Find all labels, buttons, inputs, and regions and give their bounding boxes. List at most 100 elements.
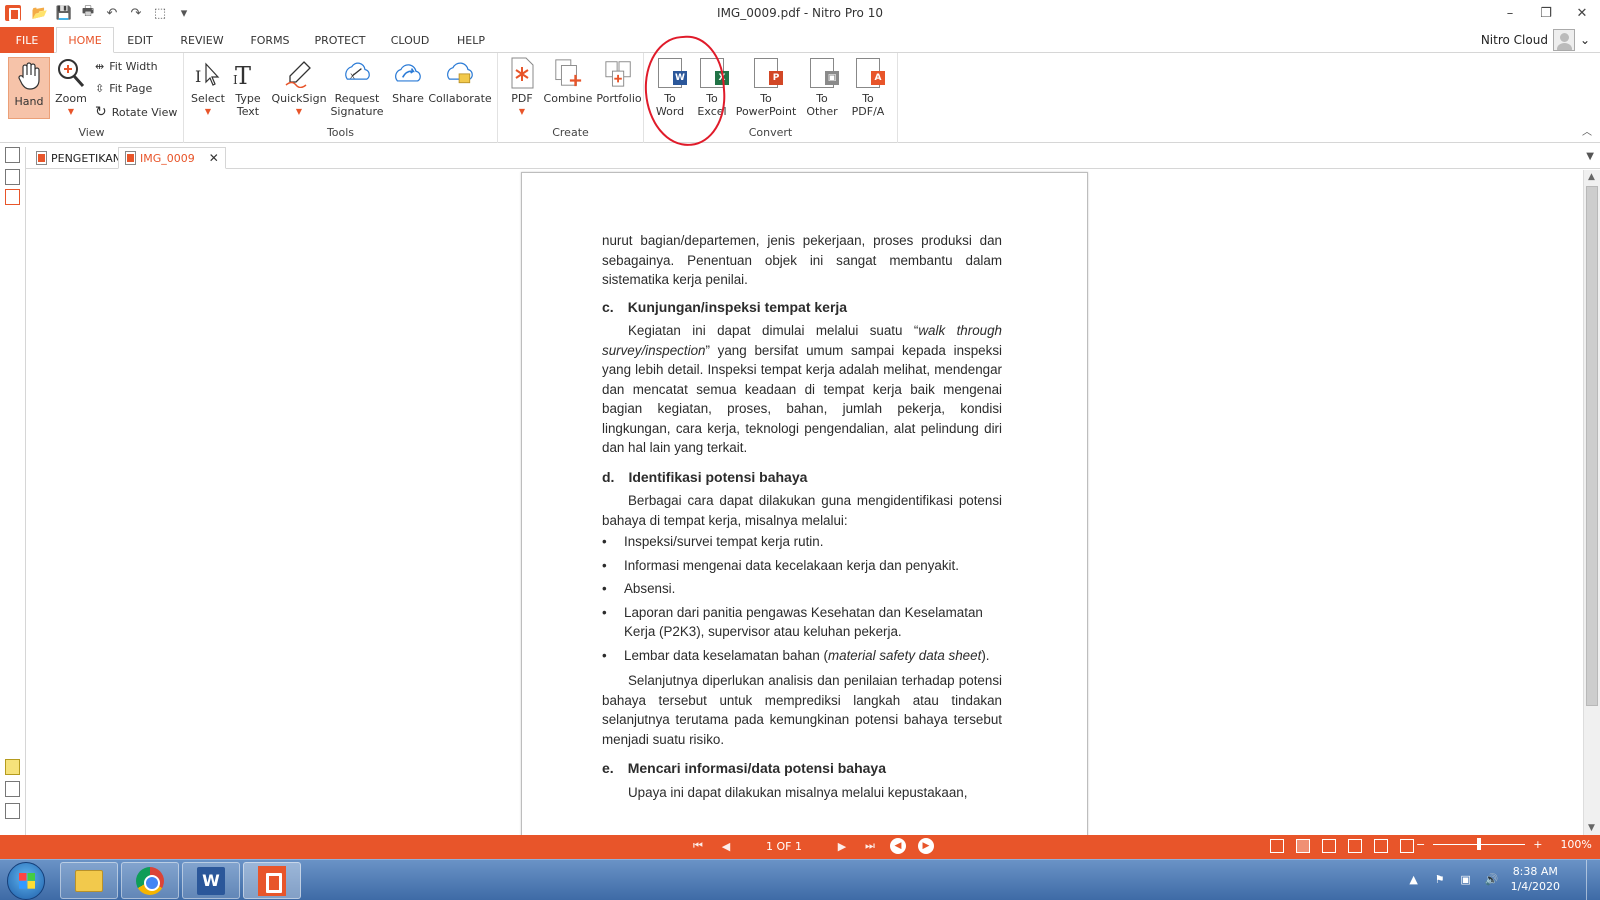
volume-icon[interactable]: 🔊: [1485, 873, 1499, 886]
to-powerpoint-button[interactable]: P To PowerPoint: [734, 57, 798, 118]
other-format-document-icon: ▣: [807, 57, 839, 89]
attachments-panel-icon[interactable]: [5, 781, 20, 797]
to-word-button[interactable]: W To Word: [648, 57, 692, 118]
taskbar-chrome[interactable]: [121, 862, 179, 899]
select-dropdown-icon[interactable]: ▼: [205, 105, 211, 118]
continuous-view-icon[interactable]: [1296, 839, 1310, 853]
list-item: Inspeksi/survei tempat kerja rutin.: [602, 532, 1002, 552]
show-desktop-button[interactable]: [1586, 860, 1600, 900]
ribbon-tabs: FILE HOME EDIT REVIEW FORMS PROTECT CLOU…: [0, 27, 1600, 53]
quicksign-dropdown-icon[interactable]: ▼: [296, 105, 302, 118]
tab-forms[interactable]: FORMS: [242, 27, 298, 53]
scroll-thumb[interactable]: [1586, 186, 1598, 706]
action-center-flag-icon[interactable]: ⚑: [1433, 873, 1447, 886]
avatar[interactable]: [1552, 29, 1575, 51]
type-text-label-1: Type: [235, 92, 261, 105]
section-e-title: Mencari informasi/data potensi bahaya: [627, 760, 886, 776]
select-label: Select: [191, 92, 225, 105]
start-button[interactable]: [7, 862, 45, 900]
request-signature-button[interactable]: X Request Signature: [328, 57, 386, 118]
collapse-ribbon-icon[interactable]: ︿: [1582, 123, 1592, 138]
select-button[interactable]: I Select ▼: [190, 57, 226, 118]
scroll-up-icon[interactable]: ▲: [1588, 172, 1595, 182]
facing-view-icon[interactable]: [1322, 839, 1336, 853]
hand-button[interactable]: Hand: [8, 57, 50, 119]
type-text-button[interactable]: TI Type Text: [230, 57, 266, 118]
previous-view-icon[interactable]: ◀: [889, 838, 906, 854]
chevron-down-icon[interactable]: ⌄: [1580, 33, 1590, 47]
vertical-scrollbar[interactable]: ▲ ▼: [1583, 170, 1600, 835]
collaborate-button[interactable]: Collaborate: [428, 57, 492, 105]
doc-tab-pengetikan[interactable]: PENGETIKAN: [30, 147, 127, 169]
single-page-view-icon[interactable]: [1270, 839, 1284, 853]
output-panel-icon[interactable]: [5, 803, 20, 819]
tab-edit[interactable]: EDIT: [118, 27, 162, 53]
next-page-icon[interactable]: ▶: [834, 838, 850, 854]
fit-page-button[interactable]: ⇳ Fit Page: [95, 82, 152, 95]
zoom-out-icon[interactable]: −: [1416, 838, 1425, 851]
zoom-level[interactable]: 100%: [1560, 838, 1591, 851]
rotate-view-label: Rotate View: [111, 105, 178, 119]
tab-list-dropdown-icon[interactable]: ▼: [1586, 151, 1594, 162]
request-signature-label-1: Request: [334, 92, 380, 105]
to-excel-label-1: To: [706, 92, 718, 105]
taskbar-file-explorer[interactable]: [60, 862, 118, 899]
pages-panel-icon[interactable]: [5, 147, 20, 163]
section-e-heading: e. Mencari informasi/data potensi bahaya: [602, 759, 1002, 779]
network-icon[interactable]: ▣: [1459, 873, 1473, 886]
create-pdf-icon: [507, 57, 537, 89]
last-page-icon[interactable]: ⏭: [862, 838, 878, 854]
to-excel-button[interactable]: X To Excel: [692, 57, 732, 118]
taskbar-word[interactable]: W: [182, 862, 240, 899]
nitro-cloud-account[interactable]: Nitro Cloud ⌄: [1481, 27, 1590, 53]
quicksign-button[interactable]: QuickSign ▼: [271, 57, 327, 118]
to-other-button[interactable]: ▣ To Other: [800, 57, 844, 118]
zoom-slider-handle[interactable]: [1477, 838, 1482, 850]
scroll-down-icon[interactable]: ▼: [1588, 823, 1595, 833]
page-indicator[interactable]: 1 OF 1: [766, 840, 802, 853]
full-screen-view-icon[interactable]: [1374, 839, 1388, 853]
close-button[interactable]: ✕: [1564, 0, 1600, 26]
tab-cloud[interactable]: CLOUD: [382, 27, 438, 53]
zoom-in-icon[interactable]: +: [1533, 838, 1542, 851]
pdf-file-icon: [36, 151, 47, 165]
zoom-slider[interactable]: [1433, 838, 1526, 850]
select-icon: I: [193, 57, 223, 89]
zoom-dropdown-icon[interactable]: ▼: [68, 105, 74, 118]
tab-file[interactable]: FILE: [0, 27, 54, 53]
restore-button[interactable]: ❐: [1528, 0, 1564, 26]
bookmarks-panel-icon[interactable]: [5, 189, 20, 205]
ribbon-group-create: PDF ▼ Combine Portfolio Create: [498, 53, 644, 143]
close-tab-icon[interactable]: ✕: [209, 151, 219, 165]
tab-review[interactable]: REVIEW: [172, 27, 232, 53]
doc-tab-img-0009[interactable]: IMG_0009 ✕: [118, 147, 226, 169]
to-pdfa-label-2: PDF/A: [851, 105, 885, 118]
show-hidden-icons-icon[interactable]: ▲: [1407, 873, 1421, 886]
fit-width-button[interactable]: ⇹ Fit Width: [95, 60, 158, 73]
first-page-icon[interactable]: ⏮: [690, 838, 706, 854]
to-pdfa-button[interactable]: A To PDF/A: [844, 57, 892, 118]
rotate-view-button[interactable]: ↻ Rotate View: [95, 104, 177, 120]
search-panel-icon[interactable]: [5, 169, 20, 185]
rotate-icon: ↻: [95, 104, 107, 120]
tab-help[interactable]: HELP: [448, 27, 494, 53]
previous-page-icon[interactable]: ◀: [718, 838, 734, 854]
split-view-icon[interactable]: [1400, 839, 1414, 853]
document-viewer[interactable]: nurut bagian/departemen, jenis pekerjaan…: [27, 170, 1583, 835]
facing-continuous-view-icon[interactable]: [1348, 839, 1362, 853]
minimize-button[interactable]: –: [1492, 0, 1528, 26]
taskbar-nitro[interactable]: [243, 862, 301, 899]
combine-button[interactable]: Combine: [544, 57, 592, 105]
share-button[interactable]: Share: [388, 57, 428, 105]
portfolio-button[interactable]: Portfolio: [594, 57, 644, 105]
pdf-dropdown-icon[interactable]: ▼: [519, 105, 525, 118]
pdf-page[interactable]: nurut bagian/departemen, jenis pekerjaan…: [521, 172, 1088, 835]
comments-panel-icon[interactable]: [5, 759, 20, 775]
combine-label: Combine: [543, 92, 593, 105]
tab-protect[interactable]: PROTECT: [308, 27, 372, 53]
next-view-icon[interactable]: ▶: [917, 838, 934, 854]
tab-home[interactable]: HOME: [56, 27, 114, 53]
create-pdf-button[interactable]: PDF ▼: [504, 57, 540, 118]
zoom-button[interactable]: Zoom ▼: [54, 57, 88, 118]
clock[interactable]: 8:38 AM 1/4/2020: [1511, 864, 1560, 894]
